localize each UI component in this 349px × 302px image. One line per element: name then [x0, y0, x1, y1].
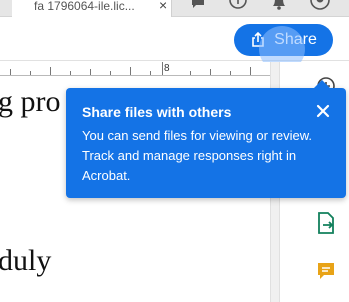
- close-icon[interactable]: [314, 102, 332, 120]
- ruler: 8: [0, 62, 270, 76]
- share-popover: Share files with others You can send fil…: [66, 80, 346, 198]
- ruler-tick: [30, 71, 31, 75]
- document-tab[interactable]: fa 1796064-ile.lic... ×: [12, 0, 172, 17]
- tab-strip: fa 1796064-ile.lic... ×: [0, 0, 349, 17]
- document-text-line: duly: [0, 244, 52, 277]
- tab-close-icon[interactable]: ×: [159, 0, 167, 12]
- ruler-tick: [130, 67, 131, 75]
- ruler-tick: [190, 71, 191, 75]
- acrobat-window: fa 1796064-ile.lic... × Share 8 g pro du…: [0, 0, 349, 302]
- popover-body: You can send files for viewing or review…: [82, 128, 313, 183]
- ruler-marker: 8: [164, 63, 170, 74]
- ruler-tick: [110, 71, 111, 75]
- ruler-tick: [250, 67, 251, 75]
- ruler-tick: [10, 69, 11, 75]
- export-pdf-icon[interactable]: [316, 212, 336, 239]
- share-icon: [250, 32, 266, 48]
- ruler-tick: [150, 71, 151, 75]
- popover-title: Share files with others: [82, 104, 232, 120]
- chat-icon[interactable]: [190, 0, 206, 15]
- ruler-tick: [50, 67, 51, 75]
- document-tab-title: fa 1796064-ile.lic...: [34, 0, 135, 13]
- ruler-tick: [230, 71, 231, 75]
- ruler-tick: [70, 71, 71, 75]
- ruler-tick: [90, 69, 91, 75]
- toolbar: Share: [0, 17, 349, 72]
- ruler-tick: [210, 69, 211, 75]
- ruler-tick: [162, 62, 163, 75]
- share-button-label: Share: [274, 31, 317, 48]
- comment-icon[interactable]: [316, 261, 336, 286]
- profile-icon[interactable]: [310, 0, 330, 15]
- bell-icon[interactable]: [270, 0, 288, 15]
- document-text-line: g pro: [0, 85, 61, 118]
- help-icon[interactable]: [229, 0, 247, 15]
- share-button[interactable]: Share: [234, 24, 333, 56]
